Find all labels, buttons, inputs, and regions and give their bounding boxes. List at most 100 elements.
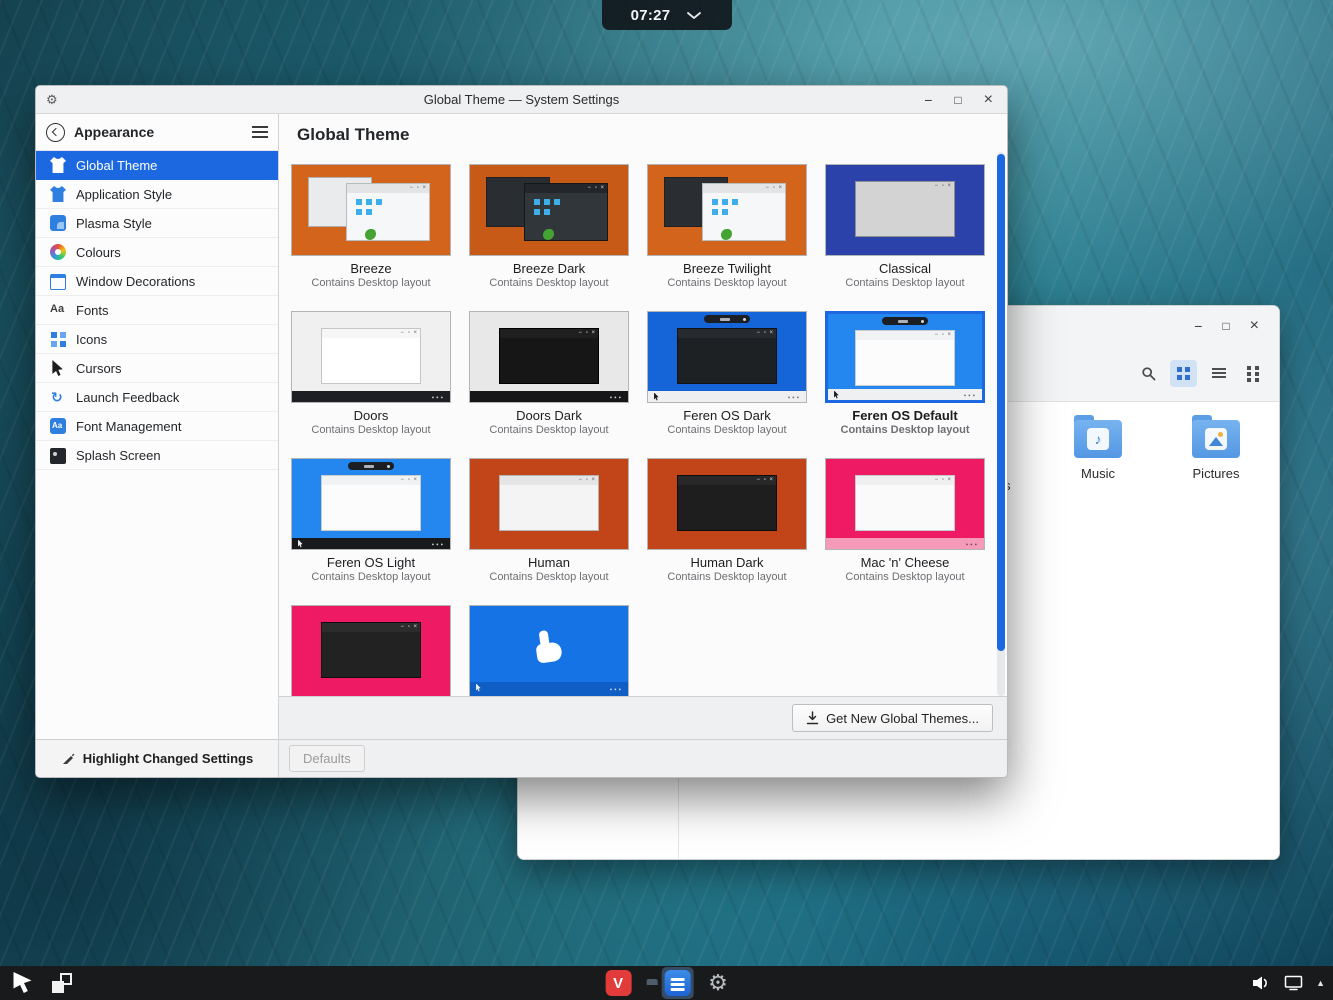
folder-pictures[interactable]: Pictures	[1166, 420, 1266, 481]
mini-window-controls	[757, 329, 774, 338]
mini-titlebar	[856, 331, 954, 340]
theme-thumbnail	[291, 311, 451, 403]
back-button[interactable]	[46, 123, 65, 142]
maximize-button[interactable]: □	[954, 94, 961, 106]
theme-card-feren-os-dark[interactable]: Feren OS Dark Contains Desktop layout	[647, 311, 807, 436]
folder-label: Music	[1048, 466, 1148, 481]
mini-window	[499, 475, 599, 531]
volume-icon[interactable]	[1251, 975, 1271, 991]
mini-titlebar	[856, 476, 954, 485]
theme-card-partial[interactable]	[469, 605, 629, 696]
sidebar-item-splash-screen[interactable]: Splash Screen	[36, 441, 278, 470]
clock[interactable]: 07:27	[631, 7, 671, 24]
details-view-icon	[1247, 366, 1260, 381]
theme-card-mac-n-cheese[interactable]: Mac 'n' Cheese Contains Desktop layout	[825, 458, 985, 583]
cursors-icon	[50, 360, 66, 376]
feren-logo-icon[interactable]	[10, 971, 35, 995]
theme-name: Doors	[291, 408, 451, 424]
colours-icon	[50, 244, 66, 260]
theme-thumbnail	[291, 458, 451, 550]
settings-titlebar[interactable]: Global Theme — System Settings − □ ×	[36, 86, 1007, 114]
sidebar-item-launch-feedback[interactable]: Launch Feedback	[36, 383, 278, 412]
theme-card-feren-os-default[interactable]: Feren OS Default Contains Desktop layout	[825, 311, 985, 436]
scrollbar-thumb[interactable]	[997, 154, 1005, 651]
theme-card-doors[interactable]: Doors Contains Desktop layout	[291, 311, 451, 436]
icons-icon	[50, 331, 66, 347]
folder-label: Pictures	[1166, 466, 1266, 481]
theme-name: Human Dark	[647, 555, 807, 571]
get-new-themes-button[interactable]: Get New Global Themes...	[792, 704, 993, 732]
maximize-button[interactable]: □	[1222, 320, 1229, 332]
mini-window-controls	[579, 476, 596, 485]
theme-card-breeze[interactable]: Breeze Contains Desktop layout	[291, 164, 451, 289]
mini-window	[499, 328, 599, 384]
display-icon[interactable]	[1284, 975, 1303, 991]
theme-card-feren-os-light[interactable]: Feren OS Light Contains Desktop layout	[291, 458, 451, 583]
minimize-button[interactable]: −	[924, 93, 932, 107]
sidebar-item-global-theme[interactable]: Global Theme	[36, 151, 278, 180]
defaults-button[interactable]: Defaults	[289, 745, 365, 772]
theme-thumbnail	[291, 605, 451, 696]
sidebar-item-colours[interactable]: Colours	[36, 238, 278, 267]
plasma-style-icon	[50, 215, 66, 231]
mini-window-controls	[766, 184, 783, 193]
theme-caption: Contains Desktop layout	[469, 277, 629, 289]
theme-card-human[interactable]: Human Contains Desktop layout	[469, 458, 629, 583]
sidebar-item-label: Cursors	[76, 361, 122, 376]
chevron-left-icon	[52, 127, 60, 135]
theme-caption: Contains Desktop layout	[647, 571, 807, 583]
mini-panel-pill	[348, 462, 394, 470]
system-settings-icon[interactable]	[664, 970, 690, 996]
minimize-button[interactable]: −	[1194, 319, 1202, 333]
search-icon[interactable]	[1135, 360, 1162, 387]
get-new-themes-label: Get New Global Themes...	[826, 711, 979, 726]
sidebar-item-application-style[interactable]: Application Style	[36, 180, 278, 209]
hamburger-menu-icon[interactable]	[252, 126, 268, 138]
sidebar-item-fonts[interactable]: Fonts	[36, 296, 278, 325]
theme-card-human-dark[interactable]: Human Dark Contains Desktop layout	[647, 458, 807, 583]
scrollbar-track[interactable]	[997, 152, 1005, 696]
window-switcher-icon[interactable]	[52, 973, 72, 993]
mini-window-controls	[935, 182, 952, 191]
sidebar-item-font-management[interactable]: Font Management	[36, 412, 278, 441]
panel-expand-icon[interactable]: ▲	[1316, 978, 1325, 988]
mini-window	[855, 181, 955, 237]
mini-panel-pill	[882, 317, 928, 325]
theme-card-doors-dark[interactable]: Doors Dark Contains Desktop layout	[469, 311, 629, 436]
theme-caption: Contains Desktop layout	[647, 424, 807, 436]
close-button[interactable]: ×	[984, 92, 993, 108]
list-view-button[interactable]	[1205, 360, 1232, 387]
taskbar: V ▲	[0, 966, 1333, 1000]
theme-card-partial[interactable]	[291, 605, 451, 696]
highlight-changed-settings[interactable]: Highlight Changed Settings	[36, 739, 278, 777]
theme-card-classical[interactable]: Classical Contains Desktop layout	[825, 164, 985, 289]
list-view-icon	[1212, 368, 1226, 379]
theme-caption: Contains Desktop layout	[825, 424, 985, 436]
grid-view-button[interactable]	[1170, 360, 1197, 387]
folder-icon	[1074, 420, 1122, 458]
theme-card-breeze-twilight[interactable]: Breeze Twilight Contains Desktop layout	[647, 164, 807, 289]
mini-tray-dots	[432, 394, 445, 399]
mini-tray-dots	[788, 394, 801, 399]
mini-window	[524, 183, 608, 241]
theme-card-breeze-dark[interactable]: Breeze Dark Contains Desktop layout	[469, 164, 629, 289]
chevron-down-icon[interactable]	[686, 11, 702, 20]
theme-name: Feren OS Light	[291, 555, 451, 571]
mini-window-controls	[401, 623, 418, 632]
sidebar-item-plasma-style[interactable]: Plasma Style	[36, 209, 278, 238]
theme-name: Feren OS Dark	[647, 408, 807, 424]
close-button[interactable]: ×	[1250, 318, 1259, 334]
mini-titlebar	[322, 623, 420, 632]
theme-grid-viewport: Breeze Contains Desktop layout Breeze Da…	[279, 152, 1007, 696]
highlight-icon	[61, 752, 75, 766]
sidebar-item-cursors[interactable]: Cursors	[36, 354, 278, 383]
theme-thumbnail	[825, 164, 985, 256]
folder-music[interactable]: Music	[1048, 420, 1148, 481]
theme-name: Classical	[825, 261, 985, 277]
details-view-button[interactable]	[1240, 360, 1267, 387]
gear-icon[interactable]	[708, 972, 728, 994]
sidebar-item-icons[interactable]: Icons	[36, 325, 278, 354]
vivaldi-icon[interactable]: V	[605, 970, 631, 996]
sidebar-item-window-decorations[interactable]: Window Decorations	[36, 267, 278, 296]
mini-icons	[712, 199, 718, 205]
